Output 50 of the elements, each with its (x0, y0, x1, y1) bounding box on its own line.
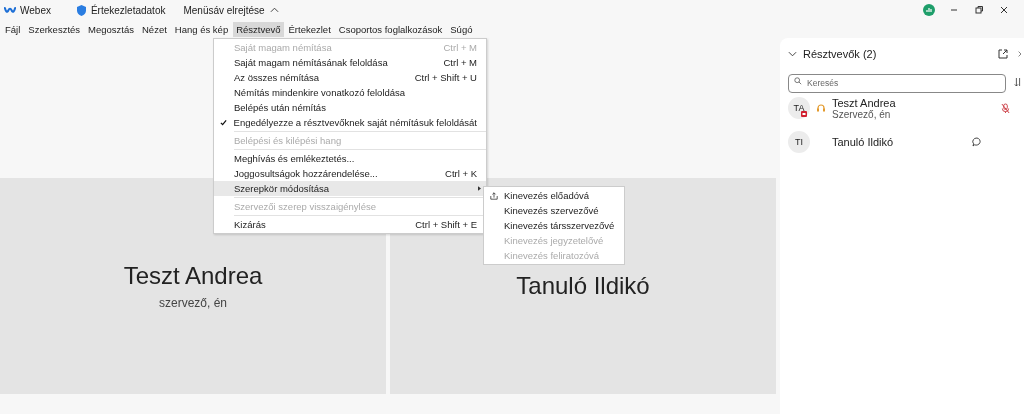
hide-menu-button[interactable]: Menüsáv elrejtése (183, 4, 279, 16)
menu-option[interactable]: Meghívás és emlékeztetés... (214, 151, 486, 166)
menu-item[interactable]: Súgó (447, 21, 476, 37)
participant-role: Szervező, én (832, 108, 892, 120)
close-icon[interactable] (999, 5, 1009, 15)
menu-item[interactable]: Nézet (139, 21, 170, 37)
search-icon (794, 77, 802, 85)
menu-option[interactable]: Az összes némítása Ctrl + Shift + U (214, 70, 486, 85)
menu-item[interactable]: Csoportos foglalkozások (335, 21, 446, 37)
menu-option[interactable]: Szerepkör módosítása (214, 181, 486, 196)
menu-item[interactable]: Résztvevő (233, 21, 284, 37)
tile-name: Teszt Andrea (123, 262, 263, 290)
menu-option[interactable]: Joggosultságok hozzárendelése... Ctrl + K (214, 166, 486, 181)
participant-name: Teszt Andrea (832, 96, 896, 109)
tile-name: Tanuló Ildikó (516, 272, 650, 300)
chevron-up-icon (269, 7, 279, 13)
menu-item[interactable]: Szerkesztés (25, 21, 84, 37)
chevron-down-icon[interactable] (788, 51, 797, 57)
participant-row[interactable]: TA Teszt Andrea Szervező, én (788, 91, 1024, 125)
menu-option[interactable]: Belépés után némítás (214, 100, 486, 115)
avatar-initials: TI (795, 137, 803, 147)
menu-item[interactable]: Megosztás (85, 21, 137, 37)
submenu-option[interactable]: Kinevezés társszervezővé (484, 218, 624, 233)
submenu-option[interactable]: Kinevezés előadóvá (484, 188, 624, 203)
avatar-initials: TA (793, 103, 805, 113)
meeting-info-button[interactable]: Értekezletadatok (90, 4, 166, 16)
panel-title: Résztvevők (2) (803, 48, 877, 60)
chat-icon[interactable] (972, 137, 982, 147)
signal-status-icon[interactable] (923, 4, 935, 16)
participant-name: Tanuló Ildikó (832, 136, 894, 148)
menu-option[interactable]: Kizárás Ctrl + Shift + E (214, 217, 486, 232)
tile-role: szervező, én (158, 296, 227, 310)
app-name: Webex (20, 4, 51, 16)
sort-icon[interactable] (1014, 76, 1022, 87)
webex-logo-icon (4, 5, 16, 15)
search-field[interactable]: Keresés (788, 73, 1006, 93)
restore-icon[interactable] (974, 5, 984, 15)
pop-out-icon[interactable] (998, 49, 1008, 59)
shield-icon (76, 4, 86, 16)
menu-option[interactable]: Némítás mindenkire vonatkozó feloldása (214, 85, 486, 100)
submenu-option[interactable]: Kinevezés szervezővé (484, 203, 624, 218)
host-headset-icon (816, 103, 826, 113)
participant-row[interactable]: TI Tanuló Ildikó (788, 125, 1024, 159)
camera-badge-icon (801, 111, 807, 117)
menu-item[interactable]: Fájl (2, 21, 24, 37)
muted-microphone-icon[interactable] (1001, 102, 1010, 114)
menu-option[interactable]: Saját magam némításának feloldása Ctrl + M (214, 55, 486, 70)
menu-item[interactable]: Értekezlet (285, 21, 334, 37)
menu-item[interactable]: Hang és kép (171, 21, 232, 37)
menu-option[interactable]: Engedélyezze a résztvevőknek saját némításuk feloldását (214, 115, 486, 130)
